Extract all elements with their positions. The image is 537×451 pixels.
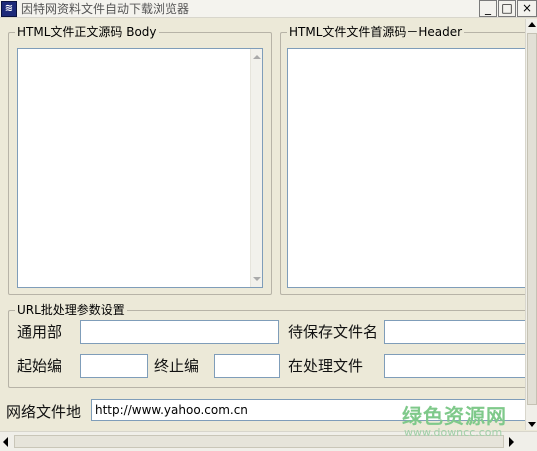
body-source-group: HTML文件正文源码 Body	[8, 24, 272, 295]
header-source-textarea[interactable]	[287, 48, 537, 288]
header-source-group: HTML文件文件首源码－Header	[280, 24, 537, 295]
scroll-down-icon[interactable]	[528, 422, 536, 427]
minimize-button[interactable]: _	[479, 0, 497, 17]
url-batch-label: URL批处理参数设置	[15, 302, 127, 318]
common-part-label: 通用部	[17, 323, 63, 341]
processing-file-input[interactable]	[384, 354, 534, 378]
watermark-url: www.downcc.com	[404, 426, 503, 439]
scroll-right-icon[interactable]	[509, 437, 514, 447]
end-number-input[interactable]	[214, 354, 280, 378]
pending-file-label: 待保存文件名	[288, 323, 378, 341]
address-label: 网络文件地	[6, 403, 82, 421]
scroll-down-arrow-icon[interactable]	[253, 277, 261, 281]
body-source-textarea[interactable]	[17, 48, 263, 288]
window-vertical-scrollbar[interactable]	[525, 19, 537, 430]
maximize-button[interactable]: □	[498, 0, 516, 17]
start-number-label: 起始编	[17, 357, 63, 375]
vertical-scroll-thumb[interactable]	[527, 33, 537, 405]
body-source-label: HTML文件正文源码 Body	[15, 24, 159, 40]
main-window: ≋ 因特网资料文件自动下载浏览器 _ □ × HTML文件正文源码 Body H…	[0, 0, 537, 451]
pending-file-input[interactable]	[384, 320, 534, 344]
scroll-up-arrow-icon[interactable]	[253, 55, 261, 59]
watermark-logo: 绿色资源网	[402, 404, 507, 428]
close-button[interactable]: ×	[517, 0, 537, 17]
scroll-left-icon[interactable]	[3, 437, 8, 447]
app-logo-icon[interactable]: ≋	[1, 1, 17, 17]
scroll-up-icon[interactable]	[528, 22, 536, 27]
header-source-label: HTML文件文件首源码－Header	[287, 24, 465, 40]
body-source-scrollbar[interactable]	[250, 49, 262, 287]
window-title: 因特网资料文件自动下载浏览器	[21, 2, 190, 16]
processing-file-label: 在处理文件	[288, 357, 364, 375]
start-number-input[interactable]	[80, 354, 148, 378]
end-number-label: 终止编	[154, 357, 200, 375]
title-bar[interactable]: ≋ 因特网资料文件自动下载浏览器 _ □ ×	[0, 0, 537, 18]
common-part-input[interactable]	[80, 320, 279, 344]
